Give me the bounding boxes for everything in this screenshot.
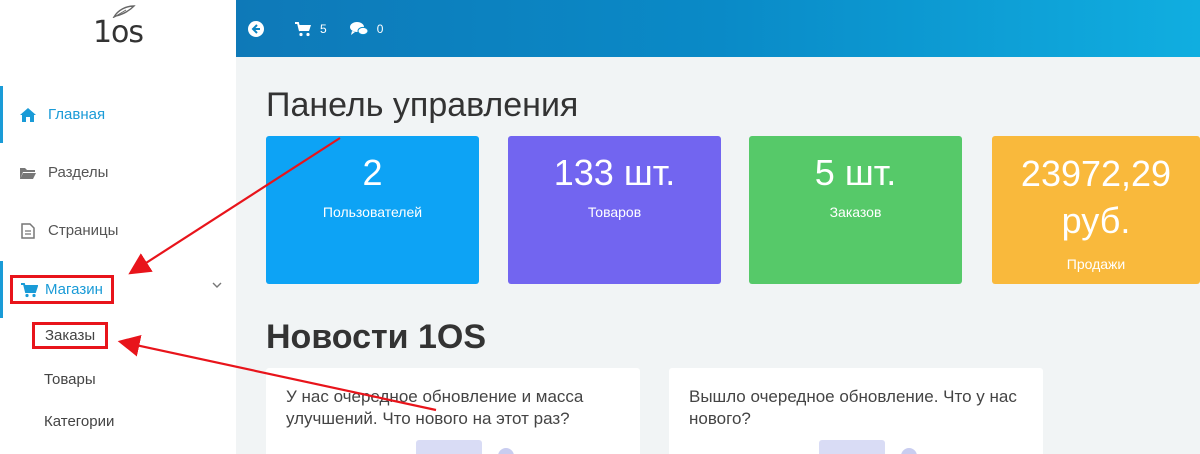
news-card[interactable]: У нас очередное обновление и масса улучш…	[266, 368, 640, 454]
news-text: У нас очередное обновление и масса улучш…	[286, 387, 584, 429]
shop-highlight: Магазин	[10, 275, 114, 304]
stat-value: 2	[362, 152, 383, 193]
news-image-dot	[498, 448, 514, 454]
sidebar-item-pages[interactable]: Страницы	[0, 202, 236, 259]
home-icon	[18, 107, 38, 123]
sidebar-item-label: Магазин	[45, 281, 103, 298]
sidebar-item-home[interactable]: Главная	[0, 86, 236, 143]
stat-label: Пользователей	[322, 204, 423, 220]
stat-label: Товаров	[587, 204, 642, 220]
file-icon	[18, 222, 38, 239]
sidebar-item-label: Главная	[48, 106, 106, 123]
stat-card-sales[interactable]: 23972,29 руб. Продажи	[992, 136, 1200, 284]
news-text: Вышло очередное обновление. Что у нас но…	[689, 387, 1017, 429]
sidebar-item-label: Разделы	[48, 164, 109, 181]
logo[interactable]: 1os	[0, 0, 236, 57]
comments-count: 0	[376, 21, 384, 36]
cart-icon	[19, 282, 39, 298]
sidebar-item-label: Страницы	[48, 222, 119, 239]
stat-value: 133 шт.	[553, 152, 676, 193]
stat-card-products[interactable]: 133 шт. Товаров	[508, 136, 721, 284]
stat-value-unit: руб.	[1061, 200, 1131, 242]
page-title: Панель управления	[266, 86, 579, 124]
sidebar: 1os Главная Разделы Страницы Магазин Зак…	[0, 0, 236, 454]
sidebar-item-sections[interactable]: Разделы	[0, 144, 236, 201]
top-bar: 5 0	[236, 0, 1200, 57]
cart-count: 5	[320, 21, 327, 36]
cart-icon	[295, 21, 311, 36]
arrow-left-circle-icon	[248, 20, 264, 37]
cart-button[interactable]: 5	[294, 21, 327, 37]
news-image-dot	[901, 448, 917, 454]
stat-card-orders[interactable]: 5 шт. Заказов	[749, 136, 962, 284]
stat-value: 23972,29	[1020, 153, 1172, 194]
news-title: Новости 1OS	[266, 318, 487, 356]
back-button[interactable]	[248, 20, 272, 37]
submenu-item-products[interactable]: Товары	[44, 371, 96, 388]
comments-icon	[349, 21, 369, 35]
submenu-item-categories[interactable]: Категории	[44, 413, 114, 430]
submenu-item-orders[interactable]: Заказы	[32, 322, 109, 349]
folder-icon	[18, 166, 38, 180]
sidebar-item-shop[interactable]: Магазин	[0, 261, 236, 318]
stat-card-users[interactable]: 2 Пользователей	[266, 136, 479, 284]
logo-text: 1os	[92, 15, 144, 50]
stat-label: Заказов	[829, 204, 882, 220]
news-image	[819, 440, 885, 454]
news-card[interactable]: Вышло очередное обновление. Что у нас но…	[669, 368, 1043, 454]
stat-label: Продажи	[1066, 256, 1126, 273]
chevron-down-icon[interactable]	[212, 281, 222, 289]
stat-value: 5 шт.	[814, 152, 897, 193]
comments-button[interactable]: 0	[349, 21, 384, 37]
news-image	[416, 440, 482, 454]
